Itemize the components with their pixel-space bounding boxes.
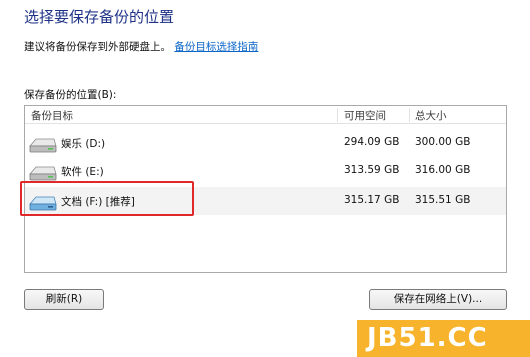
location-label: 保存备份的位置(B): [24,89,117,101]
hard-drive-icon [29,138,57,153]
dialog-title: 选择要保存备份的位置 [24,8,175,26]
advice-text: 建议将备份保存到外部硬盘上。 [24,41,171,53]
guide-link[interactable]: 备份目标选择指南 [174,41,258,53]
highlight-box [20,181,194,216]
drive-name: 娱乐 (D:) [61,138,106,150]
column-divider [337,108,338,122]
drive-total-size: 300.00 GB [415,136,471,148]
hard-drive-icon [29,166,57,181]
column-divider [409,108,410,122]
list-item[interactable]: 娱乐 (D:) 294.09 GB 300.00 GB [25,129,506,157]
refresh-button[interactable]: 刷新(R) [24,289,104,310]
column-header-free-space[interactable]: 可用空间 [344,108,386,123]
save-on-network-button[interactable]: 保存在网络上(V)... [369,289,507,310]
watermark: JB51.CC [357,320,530,357]
column-header-total-size[interactable]: 总大小 [415,108,447,123]
drive-total-size: 315.51 GB [415,194,471,206]
watermark-text: JB51.CC [367,323,488,353]
list-header: 备份目标 可用空间 总大小 [25,106,506,124]
drive-free-space: 313.59 GB [344,164,400,176]
drive-free-space: 294.09 GB [344,136,400,148]
column-header-destination[interactable]: 备份目标 [31,108,73,123]
drive-name: 软件 (E:) [61,166,104,178]
advice-line: 建议将备份保存到外部硬盘上。 备份目标选择指南 [24,39,258,54]
drive-total-size: 316.00 GB [415,164,471,176]
drive-free-space: 315.17 GB [344,194,400,206]
